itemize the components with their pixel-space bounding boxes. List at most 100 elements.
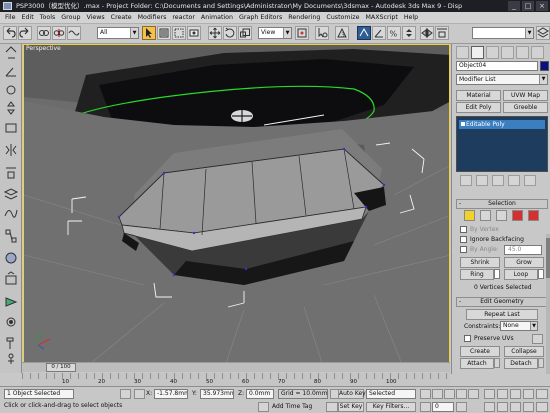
utilities-tab-icon[interactable] [531, 46, 544, 59]
menu-graph-editors[interactable]: Graph Editors [236, 14, 285, 21]
lock-selection-icon[interactable] [120, 389, 131, 399]
quick-render-icon[interactable] [5, 297, 18, 307]
zoom-extents-icon[interactable] [523, 389, 534, 399]
absolute-mode-icon[interactable] [134, 389, 145, 399]
reference-coord-dropdown[interactable]: View ▼ [258, 27, 292, 39]
y-coord-field[interactable]: 35.973mm [200, 389, 234, 399]
reactor-icon[interactable] [6, 317, 16, 327]
viewport-label[interactable]: Perspective [26, 45, 61, 52]
window-crossing-icon[interactable] [187, 26, 201, 40]
align-icon[interactable] [6, 167, 16, 179]
menu-customize[interactable]: Customize [323, 14, 362, 21]
spinner-snap-icon[interactable] [7, 101, 15, 115]
menu-reactor[interactable]: reactor [169, 14, 198, 21]
command-panel-scrollbar[interactable] [546, 234, 550, 374]
next-frame-icon[interactable] [456, 389, 467, 399]
grow-button[interactable]: Grow [504, 257, 544, 268]
set-key-button[interactable]: Set Key [338, 402, 364, 412]
render-setup-icon[interactable] [5, 271, 17, 285]
constraints-dropdown[interactable]: None ▼ [500, 321, 538, 331]
create-button[interactable]: Create [460, 346, 500, 357]
menu-tools[interactable]: Tools [37, 14, 59, 21]
menu-help[interactable]: Help [401, 14, 421, 21]
minimize-button[interactable]: _ [508, 1, 520, 11]
hierarchy-tab-icon[interactable] [486, 46, 499, 59]
snaps-toggle-icon[interactable]: 3 [335, 26, 349, 40]
shrink-button[interactable]: Shrink [460, 257, 500, 268]
rect-selection-region-icon[interactable] [172, 26, 186, 40]
previous-frame-icon[interactable] [432, 389, 443, 399]
scrollbar-thumb[interactable] [546, 238, 550, 278]
percent-snap-icon[interactable] [6, 85, 16, 95]
collapse-button[interactable]: Collapse [504, 346, 544, 357]
auto-key-mode-dropdown[interactable]: Selected [366, 389, 416, 399]
edit-geometry-rollout-header[interactable]: - Edit Geometry [456, 297, 548, 307]
select-manipulate-icon[interactable] [315, 26, 329, 40]
motion-tab-icon[interactable] [501, 46, 514, 59]
selection-rollout-header[interactable]: - Selection [456, 199, 548, 209]
schematic-icon[interactable] [5, 229, 17, 243]
perspective-viewport[interactable]: Perspective [23, 44, 450, 368]
close-button[interactable]: × [536, 1, 548, 11]
current-frame-field[interactable]: 0 [432, 402, 454, 412]
selection-filter-dropdown[interactable]: All ▼ [97, 27, 139, 39]
by-vertex-checkbox[interactable] [460, 226, 467, 233]
percent-snap-icon[interactable]: % [387, 26, 401, 40]
angle-snap-icon[interactable] [5, 67, 16, 77]
walk-through-icon[interactable] [497, 402, 508, 412]
greeble-button[interactable]: Greeble [503, 102, 548, 113]
pin-stack-icon[interactable] [460, 175, 472, 186]
select-and-scale-icon[interactable] [238, 26, 252, 40]
auto-key-button[interactable]: Auto Key [338, 389, 366, 399]
repeat-last-button[interactable]: Repeat Last [466, 309, 538, 320]
preserve-uvs-checkbox[interactable] [464, 335, 471, 342]
attach-button[interactable]: Attach [460, 358, 494, 369]
select-and-link-icon[interactable] [37, 26, 51, 40]
zoom-extents-all-icon[interactable] [536, 389, 548, 399]
region-zoom-icon[interactable] [523, 402, 534, 412]
hammer-icon[interactable] [6, 337, 14, 349]
select-and-rotate-icon[interactable] [223, 26, 237, 40]
snap-active-icon[interactable] [357, 26, 371, 40]
field-of-view-icon[interactable] [484, 402, 495, 412]
detach-button[interactable]: Detach [504, 358, 538, 369]
walkthrough-icon[interactable] [8, 353, 14, 364]
attach-settings-icon[interactable] [494, 358, 500, 368]
by-angle-checkbox[interactable] [460, 246, 467, 253]
angle-snap-toggle-icon[interactable] [372, 26, 386, 40]
vertex-subobject-icon[interactable] [464, 210, 475, 221]
material-editor-icon[interactable] [5, 252, 17, 264]
set-key-icon[interactable] [326, 402, 338, 412]
go-to-start-icon[interactable] [420, 389, 431, 399]
select-and-move-icon[interactable] [208, 26, 222, 40]
menu-create[interactable]: Create [108, 14, 135, 21]
go-to-end-icon[interactable] [468, 389, 479, 399]
modifier-list-dropdown[interactable]: Modifier List ▼ [456, 74, 548, 85]
edit-poly-button[interactable]: Edit Poly [456, 102, 501, 113]
add-time-tag-label[interactable]: Add Time Tag [272, 403, 312, 410]
menu-edit[interactable]: Edit [19, 14, 37, 21]
angle-spinner[interactable]: 45.0 [504, 245, 542, 255]
detach-settings-icon[interactable] [538, 358, 544, 368]
snap-icon[interactable] [5, 46, 17, 59]
menu-rendering[interactable]: Rendering [285, 14, 323, 21]
layer-icon[interactable] [3, 188, 19, 200]
loop-button[interactable]: Loop [504, 269, 538, 280]
time-tag-icon[interactable] [258, 402, 269, 412]
unlink-icon[interactable] [52, 26, 66, 40]
edge-subobject-icon[interactable] [480, 210, 491, 221]
z-coord-field[interactable]: 0.0mm [246, 389, 274, 399]
mirror-icon[interactable] [420, 26, 434, 40]
time-slider[interactable]: 0 / 100 [22, 362, 450, 372]
time-configuration-icon[interactable] [456, 402, 467, 412]
uvw-map-button[interactable]: UVW Map [503, 90, 548, 101]
stack-item-editable-poly[interactable]: Editable Poly [459, 120, 545, 129]
select-object-icon[interactable] [142, 26, 156, 40]
track-bar[interactable]: 10 20 30 40 50 60 70 80 90 100 [22, 373, 450, 386]
menu-views[interactable]: Views [83, 14, 107, 21]
play-icon[interactable] [444, 389, 455, 399]
maximize-viewport-icon[interactable] [536, 402, 548, 412]
key-mode-toggle-icon[interactable] [420, 402, 431, 412]
mirror-icon[interactable] [5, 144, 17, 156]
x-coord-field[interactable]: -1.57.8mm [154, 389, 188, 399]
